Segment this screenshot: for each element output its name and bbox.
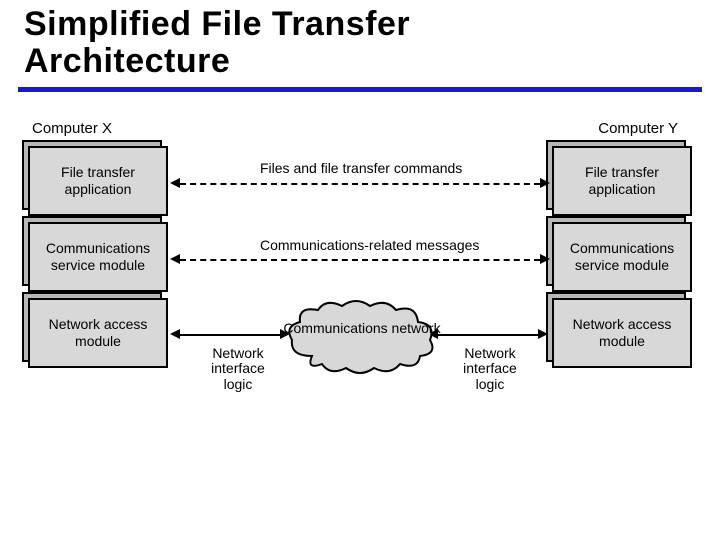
left-ni-text: Network interface logic	[198, 346, 278, 392]
left-solid-arrowhead-left-icon	[170, 329, 180, 339]
title-underline	[18, 87, 702, 92]
left-stack: File transfer application Communications…	[28, 146, 168, 374]
left-file-transfer-app: File transfer application	[28, 146, 168, 216]
left-ni-label: Network interface logic	[198, 346, 278, 392]
left-comm-service-module: Communications service module	[28, 222, 168, 292]
mid-link-label: Communications-related messages	[260, 237, 479, 253]
right-comm-service-module: Communications service module	[552, 222, 692, 292]
right-file-transfer-app: File transfer application	[552, 146, 692, 216]
right-solid-arrowhead-right-icon	[538, 329, 548, 339]
right-ni-text: Network interface logic	[450, 346, 530, 392]
title-line-1: Simplified File Transfer	[24, 6, 720, 43]
computer-y-label: Computer Y	[598, 120, 678, 137]
cloud-label: Communications network	[282, 320, 442, 336]
mid-arrowhead-right-icon	[540, 254, 550, 264]
left-layer-3: Network access module	[28, 298, 168, 368]
right-network-access-module: Network access module	[552, 298, 692, 368]
top-arrowhead-right-icon	[540, 178, 550, 188]
top-link-label: Files and file transfer commands	[260, 160, 462, 176]
mid-arrowhead-left-icon	[170, 254, 180, 264]
right-layer-1: File transfer application	[552, 146, 692, 216]
right-solid-line	[438, 334, 540, 336]
architecture-diagram: Computer X Computer Y File transfer appl…	[0, 120, 720, 480]
left-solid-line	[180, 334, 282, 336]
cloud-network-icon: Communications network	[282, 296, 442, 374]
top-dashed-line	[180, 183, 540, 185]
slide-title: Simplified File Transfer Architecture	[0, 0, 720, 85]
left-layer-2: Communications service module	[28, 222, 168, 292]
title-line-2: Architecture	[24, 43, 720, 80]
computer-x-label: Computer X	[32, 120, 112, 137]
mid-dashed-line	[180, 259, 540, 261]
right-stack: File transfer application Communications…	[552, 146, 692, 374]
top-arrowhead-left-icon	[170, 178, 180, 188]
left-network-access-module: Network access module	[28, 298, 168, 368]
right-ni-label: Network interface logic	[450, 346, 530, 392]
right-layer-2: Communications service module	[552, 222, 692, 292]
left-layer-1: File transfer application	[28, 146, 168, 216]
right-layer-3: Network access module	[552, 298, 692, 368]
